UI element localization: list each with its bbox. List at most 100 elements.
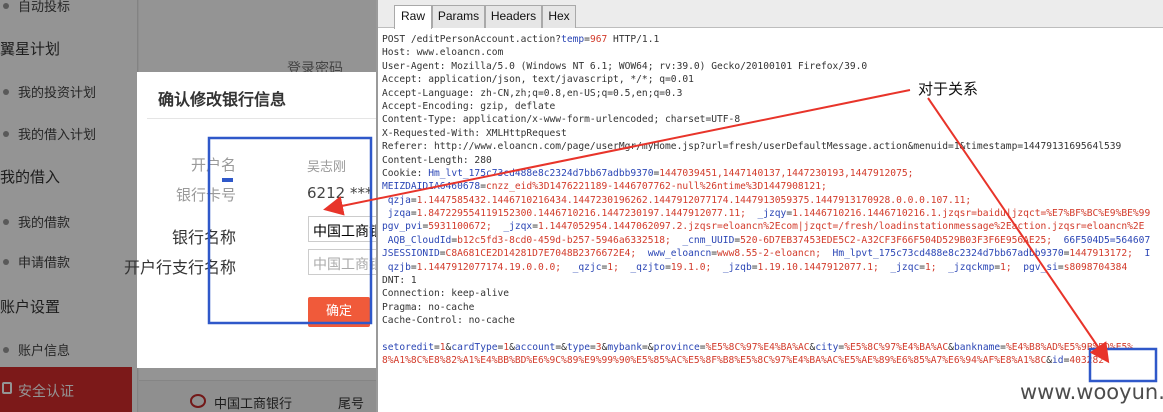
request-token: Referer: http://www.eloancn.com/page/use… [382,141,1122,153]
request-line: Content-Type: application/x-www-form-url… [382,113,1163,126]
request-token: setoredit [382,341,434,353]
request-token: 1.1446710216.1446710216.1.jzqsr=baidu|jz… [792,208,1151,220]
request-token: 1.19.10.1447912077.1; [757,261,879,273]
raw-request-text[interactable]: POST /editPersonAccount.action?temp=967 … [382,33,1163,368]
tab-hex[interactable]: Hex [542,5,576,28]
request-token: %E5%8C%97%E4%BA%AC [705,341,810,353]
request-token: Accept-Encoding: gzip, deflate [382,100,556,112]
request-token: _jzqx [491,221,533,233]
request-line: setoredit=1&cardType=1&account=&type=3&m… [382,341,1163,354]
request-token: pgv_si [1011,261,1058,273]
request-token: DNT: 1 [382,275,417,287]
request-token: mybank [607,341,642,353]
request-token: Accept: application/json, text/javascrip… [382,74,694,86]
request-token: 1.847229554119152300.1446710216.14472301… [416,208,746,220]
request-token: =& [642,341,654,353]
request-line: Accept: application/json, text/javascrip… [382,73,1163,86]
dialog-title: 确认修改银行信息 [158,90,287,109]
request-token: s8098704384 [1063,261,1128,273]
request-token: Content-Length: 280 [382,154,492,166]
request-token: 967 [589,34,608,45]
request-line: Cache-Control: no-cache [382,314,1163,327]
tab-headers[interactable]: Headers [485,5,542,28]
request-token: 1.1447052954.1447062097.2.jzqsr=eloancn%… [537,221,1145,233]
request-token: jzqa [382,208,411,220]
request-token: User-Agent: Mozilla/5.0 (Windows NT 6.1;… [382,60,868,72]
request-token: account [514,341,556,353]
account-holder-value: 吴志刚 [307,160,347,175]
request-line: DNT: 1 [382,274,1163,287]
request-token: temp [561,34,585,45]
request-token: HTTP/1.1 [607,34,660,45]
request-token: 1; [607,261,619,273]
request-line: qzja=1.1447585432.1446710216434.14472301… [382,194,1163,207]
request-token: Hm_lvt_175c73cd488e8c2324d7bb67adbb9370 [428,167,654,179]
annotation-label: 对于关系 [918,80,979,98]
request-token: Accept-Language: zh-CN,zh;q=0.8,en-US;q=… [382,87,683,99]
request-token: 1; [925,261,937,273]
request-token: 520-6D7EB37453EDE5C2-A32CF3F66F504D529B0… [740,234,1053,246]
request-token: X-Requested-With: XMLHttpRequest [382,127,567,139]
request-token: 66F504D5=564607 [1052,234,1151,246]
viewer-tab-bar: Raw Params Headers Hex [378,0,1163,29]
tab-params[interactable]: Params [432,5,485,28]
request-line: Accept-Encoding: gzip, deflate [382,100,1163,113]
request-token: _jzqb [711,261,752,273]
request-token: id [1052,355,1064,367]
request-token: 1.1447912077174.19.0.0.0; [416,261,562,273]
request-token: Hm_lpvt_175c73cd488e8c2324d7bb67adbb9370 [821,248,1064,260]
request-token: Connection: keep-alive [382,288,510,300]
card-number-label: 银行卡号 [175,186,236,204]
request-token: AQB_CloudId [382,234,452,246]
request-token: %E5%8C%97%E4%BA%AC [844,341,949,353]
request-line: MEIZDAIDIA6460678=cnzz_eid%3D1476221189-… [382,180,1163,193]
request-token: 1; [1000,261,1012,273]
request-token: Content-Type: application/x-www-form-url… [382,114,741,126]
dialog-divider [147,118,376,119]
request-token: 5931100672; [428,221,492,233]
tab-raw[interactable]: Raw [394,5,432,29]
web-page-area: 自动投标 翼星计划 我的投资计划 我的借入计划 我的借入 我的借款 申请借款 账户设置 账户信息… [0,0,376,412]
request-token: 19.1.0; [670,261,712,273]
bank-name-input[interactable]: 中国工商银行 [308,216,376,242]
request-line [382,328,1163,341]
bank-name-label: 银行名称 [171,228,236,247]
request-token: Cookie: [382,167,429,179]
request-token: _qzjc [561,261,602,273]
request-viewer: Raw Params Headers Hex POST /editPersonA… [376,0,1163,412]
request-line: Connection: keep-alive [382,287,1163,300]
request-token: Host: www.eloancn.com [382,47,504,59]
request-token: bankname [953,341,1001,353]
request-line: Host: www.eloancn.com [382,46,1163,59]
request-token: pgv_pvi [382,221,423,233]
request-token: =& [555,341,567,353]
request-line: Cookie: Hm_lvt_175c73cd488e8c2324d7bb67a… [382,167,1163,180]
bank-name-input-value: 中国工商银行 [313,224,376,240]
request-token: cnzz_eid%3D1476221189-1446707762-null%26… [485,181,827,193]
request-line: 8%A1%8C%E8%82%A1%E4%BB%BD%E6%9C%89%E9%99… [382,354,1163,367]
request-token: POST /editPersonAccount.action? [382,34,562,45]
request-line: Pragma: no-cache [382,301,1163,314]
request-token: Cache-Control: no-cache [382,315,515,327]
request-token: JSESSIONID [382,248,440,260]
request-token: _cnm_UUID [670,234,735,246]
request-token: cardType [451,341,498,353]
request-line: qzjb=1.1447912077174.19.0.0.0; _qzjc=1; … [382,261,1163,274]
request-token: type [566,341,590,353]
request-token: province [653,341,700,353]
branch-name-input[interactable]: 中国工商银行 [308,249,376,275]
request-token: Pragma: no-cache [382,301,475,313]
request-token: %E4%B8%AD%E5%9B%BD%E5% [1005,341,1134,353]
request-token: qzja [382,194,411,206]
confirm-button[interactable]: 确定 [308,297,370,327]
request-token: _jzqckmp [936,261,995,273]
confirm-bank-dialog: 确认修改银行信息 开户名 吴志刚 银行卡号 6212 *** 银行名称 中国工商… [124,72,376,368]
request-token: b12c5fd3-8cd0-459d-b257-5946a6332518; [457,234,671,246]
request-token: www_eloancn [636,248,712,260]
account-holder-label: 开户名 [190,156,236,174]
request-token: 403282 [1069,355,1105,367]
request-token: _jzqc [878,261,920,273]
card-number-value: 6212 *** [307,184,373,202]
request-token: 1447039451,1447140137,1447230193,1447912… [659,167,914,179]
request-line: X-Requested-With: XMLHttpRequest [382,127,1163,140]
